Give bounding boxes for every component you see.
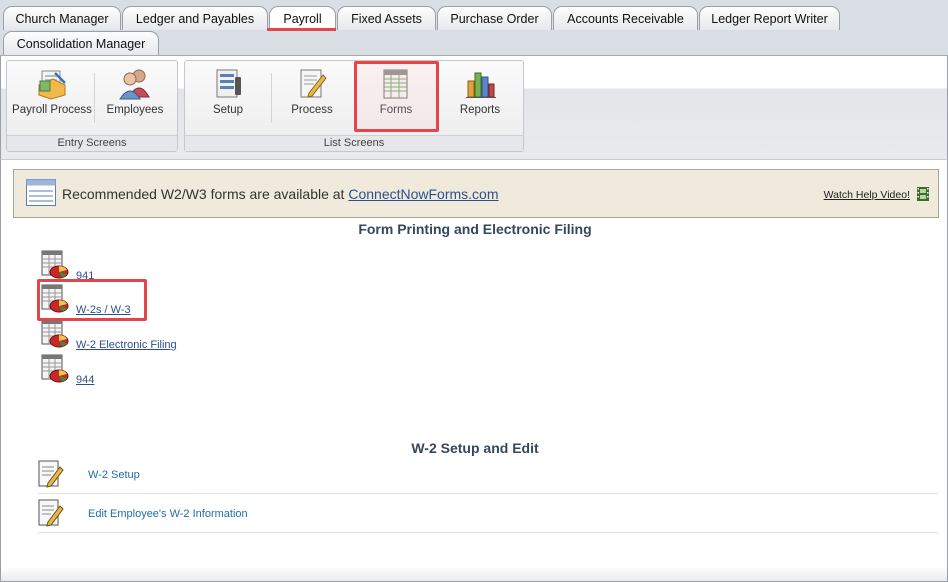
- tab-accounts-receivable[interactable]: Accounts Receivable: [553, 6, 698, 30]
- tax-form-icon: [41, 284, 69, 314]
- w2-setup-link[interactable]: W-2 Setup: [88, 469, 140, 481]
- setup-icon: [211, 67, 245, 101]
- tab-payroll[interactable]: Payroll: [269, 6, 336, 30]
- tab-ledger-and-payables[interactable]: Ledger and Payables: [122, 6, 268, 30]
- form-941-link[interactable]: 941: [76, 270, 94, 282]
- w2-setup-title: W-2 Setup and Edit: [411, 440, 539, 456]
- form-item-941[interactable]: 941: [41, 250, 241, 282]
- forms-label: Forms: [379, 104, 413, 116]
- reports-icon: [463, 67, 497, 101]
- form-item-w2-electronic-filing[interactable]: W-2 Electronic Filing: [41, 319, 241, 351]
- payroll-process-label: Payroll Process: [12, 104, 92, 116]
- ribbon-separator: [271, 73, 272, 123]
- employees-icon: [118, 67, 152, 101]
- form-document-icon: [26, 179, 56, 206]
- list-screens-label: List Screens: [185, 135, 523, 151]
- ribbon-separator: [94, 73, 95, 123]
- tax-form-icon: [41, 354, 69, 384]
- form-w2-electronic-filing-link[interactable]: W-2 Electronic Filing: [76, 339, 177, 351]
- watch-help-video-link[interactable]: Watch Help Video!: [824, 189, 910, 201]
- ribbon-toolbar: Payroll Process Employees Entry Screens: [0, 55, 948, 159]
- tab-consolidation-manager[interactable]: Consolidation Manager: [3, 31, 159, 55]
- payroll-process-button[interactable]: Payroll Process: [10, 67, 94, 127]
- entry-screens-group: Payroll Process Employees Entry Screens: [6, 60, 178, 152]
- main-content: Recommended W2/W3 forms are available at…: [0, 159, 948, 582]
- process-icon: [295, 67, 329, 101]
- forms-notice-banner: Recommended W2/W3 forms are available at…: [13, 169, 939, 218]
- form-printing-title: Form Printing and Electronic Filing: [358, 221, 592, 237]
- form-w2s-w3-link[interactable]: W-2s / W-3: [76, 304, 131, 316]
- form-944-link[interactable]: 944: [76, 374, 94, 386]
- payroll-process-icon: [35, 67, 69, 101]
- employees-label: Employees: [106, 104, 164, 116]
- notice-text: Recommended W2/W3 forms are available at: [62, 186, 349, 202]
- edit-employee-w2-row[interactable]: Edit Employee's W-2 Information: [38, 494, 938, 533]
- tab-purchase-order[interactable]: Purchase Order: [437, 6, 552, 30]
- content-footer-strip: [1, 567, 947, 581]
- film-strip-icon: [917, 187, 929, 201]
- reports-button[interactable]: Reports: [443, 67, 517, 127]
- form-item-w2s-w3[interactable]: W-2s / W-3: [41, 284, 241, 316]
- tab-church-manager[interactable]: Church Manager: [3, 6, 121, 30]
- module-tab-bar: Church Manager Ledger and Payables Payro…: [0, 0, 948, 56]
- entry-screens-label: Entry Screens: [7, 135, 177, 151]
- w2-setup-row[interactable]: W-2 Setup: [38, 455, 938, 494]
- reports-label: Reports: [459, 104, 501, 116]
- list-screens-group: Setup Process Forms Reports List Screens: [184, 60, 524, 152]
- process-label: Process: [291, 104, 333, 116]
- setup-label: Setup: [212, 104, 244, 116]
- edit-employee-w2-link[interactable]: Edit Employee's W-2 Information: [88, 508, 248, 520]
- tab-ledger-report-writer[interactable]: Ledger Report Writer: [699, 6, 840, 30]
- edit-document-icon: [38, 460, 64, 488]
- forms-icon: [379, 67, 413, 101]
- form-item-944[interactable]: 944: [41, 354, 241, 386]
- tab-fixed-assets[interactable]: Fixed Assets: [337, 6, 436, 30]
- employees-button[interactable]: Employees: [99, 67, 171, 127]
- edit-document-icon: [38, 499, 64, 527]
- forms-button[interactable]: Forms: [359, 67, 433, 127]
- connectnowforms-link[interactable]: ConnectNowForms.com: [348, 186, 498, 202]
- setup-button[interactable]: Setup: [191, 67, 265, 127]
- notice-message: Recommended W2/W3 forms are available at…: [62, 186, 499, 202]
- process-button[interactable]: Process: [275, 67, 349, 127]
- tax-form-icon: [41, 250, 69, 280]
- tax-form-icon: [41, 319, 69, 349]
